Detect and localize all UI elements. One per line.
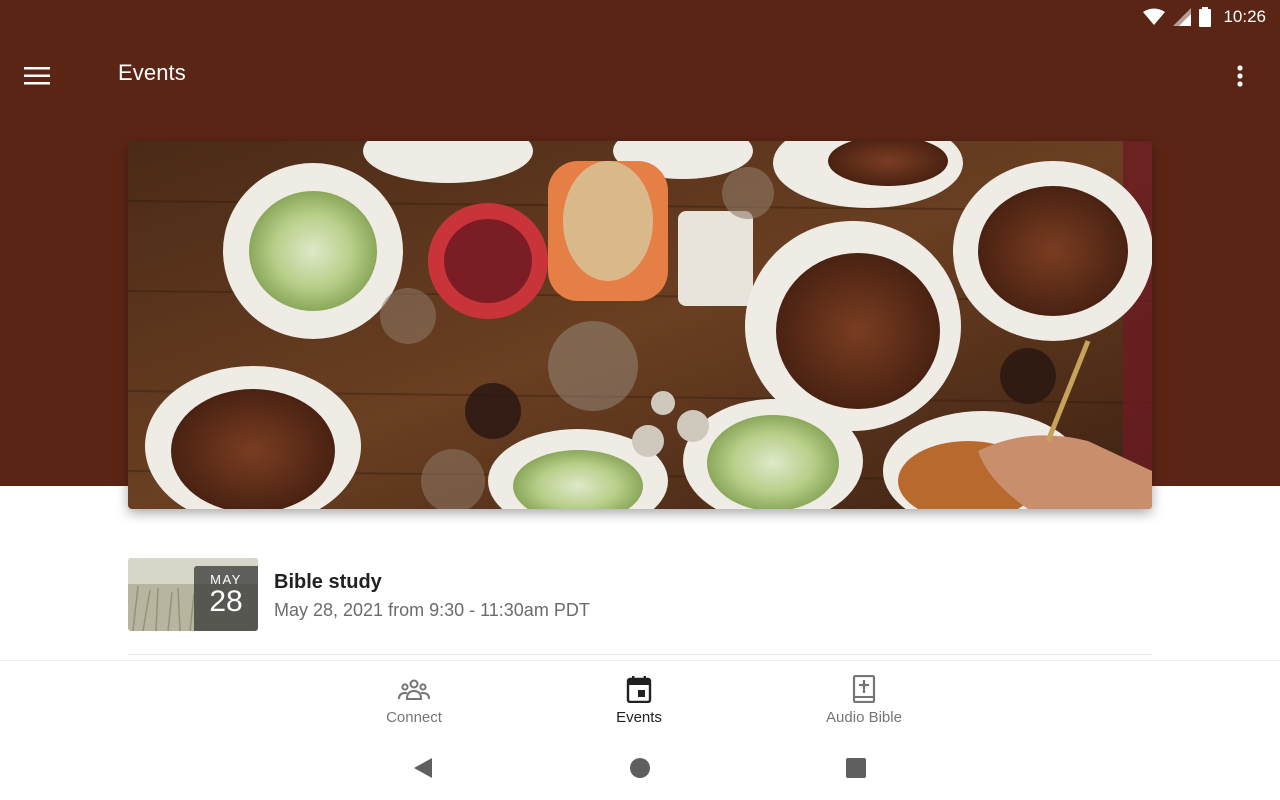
hamburger-menu-icon [24,67,50,85]
app-toolbar: Events [0,48,1280,104]
status-time: 10:26 [1223,7,1266,26]
calendar-icon [626,676,652,703]
event-thumbnail: MAY 28 [128,558,258,631]
nav-label-events: Events [616,709,662,726]
status-icons: 10:26 [1143,5,1266,29]
more-vert-icon [1237,65,1243,87]
event-list-item[interactable]: MAY 28 Bible study May 28, 2021 from 9:3… [128,558,1152,654]
nav-item-events[interactable]: Events [559,661,719,737]
people-group-icon [398,679,430,700]
wifi-icon [1143,8,1166,25]
nav-item-audio-bible[interactable]: Audio Bible [784,661,944,737]
page-title: Events [118,60,186,85]
recents-icon[interactable] [844,756,868,780]
system-navigation-bar [0,736,1280,800]
event-date-badge: MAY 28 [194,566,258,631]
home-icon[interactable] [628,756,652,780]
hero-image [128,141,1152,509]
nav-item-connect[interactable]: Connect [334,661,494,737]
status-bar: 10:26 [0,0,1280,34]
battery-icon [1199,7,1212,27]
back-icon[interactable] [412,756,436,780]
event-datetime: May 28, 2021 from 9:30 - 11:30am PDT [274,600,590,620]
badge-day: 28 [209,585,243,618]
event-title: Bible study [274,571,382,593]
bible-icon [852,675,876,703]
cell-signal-icon [1173,8,1192,26]
menu-button[interactable] [24,58,72,94]
nav-label-connect: Connect [386,709,442,726]
overflow-menu-button[interactable] [1224,58,1256,94]
bottom-navigation: Connect Events Audio Bible [0,660,1280,737]
food-table-illustration [128,141,1152,509]
nav-label-audio-bible: Audio Bible [826,709,902,726]
list-divider [128,654,1152,655]
